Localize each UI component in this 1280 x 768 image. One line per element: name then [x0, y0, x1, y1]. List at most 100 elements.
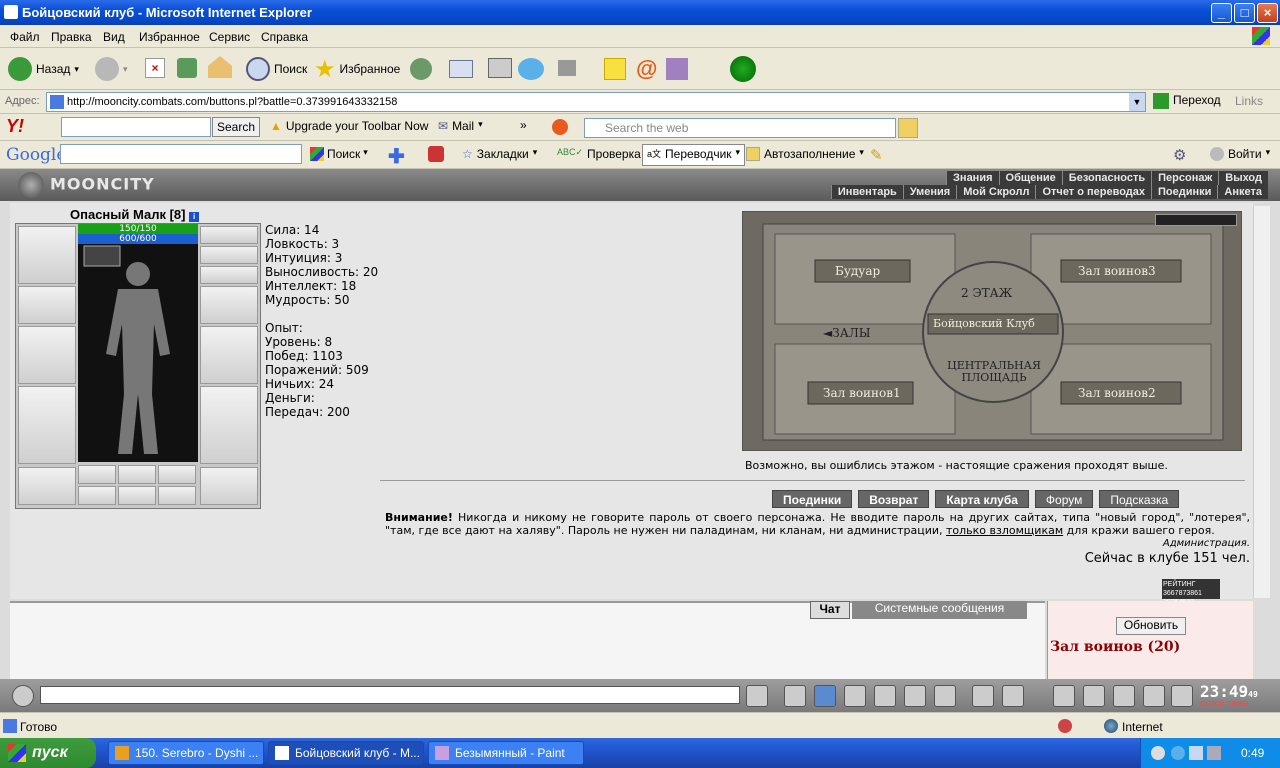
- home-icon[interactable]: [208, 56, 232, 78]
- belt-slot[interactable]: [18, 467, 76, 505]
- yahoo-search-button[interactable]: Search: [212, 117, 261, 137]
- map-club[interactable]: Бойцовский Клуб: [933, 317, 1035, 330]
- back-button[interactable]: Назад ▾: [8, 54, 79, 84]
- scroll-slot-5[interactable]: [118, 486, 156, 505]
- refresh-button[interactable]: Обновить: [1116, 617, 1186, 635]
- gear-mask-icon[interactable]: [1113, 685, 1135, 707]
- weapon-slot[interactable]: [18, 326, 76, 384]
- favorites-button[interactable]: ★ Избранное: [314, 54, 400, 84]
- window-titlebar[interactable]: Бойцовский клуб - Microsoft Internet Exp…: [0, 0, 1280, 25]
- system-messages-tab[interactable]: Системные сообщения: [852, 601, 1027, 619]
- messenger-icon[interactable]: [666, 58, 688, 80]
- wrench-icon[interactable]: ⚙: [1173, 146, 1186, 164]
- print-icon[interactable]: [488, 58, 512, 78]
- vertical-scrollbar[interactable]: [1253, 206, 1270, 598]
- map-central[interactable]: ЦЕНТРАЛЬНАЯ ПЛОЩАДЬ: [939, 360, 1049, 384]
- skype-icon[interactable]: [518, 58, 544, 80]
- menu-skills[interactable]: Умения: [902, 185, 956, 199]
- maximize-button[interactable]: □: [1234, 3, 1255, 23]
- person-icon[interactable]: [874, 685, 896, 707]
- google-logo[interactable]: Google: [6, 145, 66, 165]
- legs-slot[interactable]: [200, 386, 258, 464]
- task-ie[interactable]: Бойцовский клуб - M...: [268, 741, 424, 765]
- amulet-slot[interactable]: [200, 246, 258, 264]
- hackers-link[interactable]: только взломщикам: [946, 524, 1063, 537]
- web-search-go-icon[interactable]: [898, 118, 918, 138]
- forum-button[interactable]: Форум: [1034, 490, 1094, 508]
- chat-input[interactable]: [40, 686, 740, 704]
- menu-security[interactable]: Безопасность: [1061, 171, 1151, 185]
- scroll-slot-3[interactable]: [158, 465, 196, 484]
- task-paint[interactable]: Безымянный - Paint: [428, 741, 584, 765]
- menu-help[interactable]: Справка: [261, 30, 308, 44]
- fraction-icon[interactable]: [904, 685, 926, 707]
- web-search-input[interactable]: Search the web: [584, 118, 896, 138]
- helmet-icon[interactable]: [1002, 685, 1024, 707]
- room-name[interactable]: Зал воинов (20): [1050, 639, 1180, 655]
- tray-volume-icon[interactable]: [1189, 746, 1203, 760]
- refresh-icon[interactable]: [177, 58, 197, 78]
- emoticon-icon[interactable]: [972, 685, 994, 707]
- signin-button[interactable]: Войти ▾: [1210, 147, 1270, 161]
- menu-view[interactable]: Вид: [103, 30, 125, 44]
- note-icon[interactable]: [604, 58, 626, 80]
- map-hall2[interactable]: Зал воинов2: [1078, 386, 1156, 400]
- forward-button[interactable]: ▾: [95, 54, 128, 84]
- yahoo-mail-button[interactable]: ✉ Mail ▾: [438, 119, 483, 133]
- clover-icon[interactable]: [730, 56, 756, 82]
- menu-inventory[interactable]: Инвентарь: [830, 185, 903, 199]
- upgrade-toolbar-link[interactable]: ▲ Upgrade your Toolbar Now: [270, 119, 428, 133]
- character-name[interactable]: Опасный Малк [8] i: [70, 207, 200, 222]
- tray-clock[interactable]: 0:49: [1241, 746, 1264, 760]
- start-button[interactable]: пуск: [0, 738, 96, 768]
- menu-tools[interactable]: Сервис: [209, 30, 250, 44]
- shield-slot[interactable]: [200, 326, 258, 384]
- rating-counter[interactable]: РЕЙТИНГ 3667873861 20764582: [1162, 579, 1220, 606]
- menu-file[interactable]: Файл: [10, 30, 40, 44]
- blocked-icon[interactable]: [1058, 719, 1072, 733]
- stop-icon[interactable]: ×: [145, 58, 165, 78]
- club-map-button[interactable]: Карта клуба: [935, 490, 1029, 508]
- boots-slot[interactable]: [200, 467, 258, 505]
- tray-skype-icon[interactable]: [1171, 746, 1185, 760]
- info-icon[interactable]: i: [189, 212, 200, 222]
- menu-character[interactable]: Персонаж: [1151, 171, 1218, 185]
- gloves-slot[interactable]: [200, 286, 258, 324]
- chest-icon[interactable]: [1143, 685, 1165, 707]
- history-icon[interactable]: [410, 58, 432, 80]
- edit-icon[interactable]: [558, 60, 576, 76]
- spellcheck-button[interactable]: ABC✓ Проверка▾: [557, 147, 649, 161]
- go-button[interactable]: Переход: [1153, 93, 1221, 109]
- address-input[interactable]: http://mooncity.combats.com/buttons.pl?b…: [46, 92, 1146, 112]
- earrings-slot[interactable]: [200, 226, 258, 244]
- links-label[interactable]: Links: [1235, 94, 1263, 108]
- exit-door-icon[interactable]: [1171, 685, 1193, 707]
- more-chevron-icon[interactable]: »: [520, 118, 527, 132]
- tray-network-icon[interactable]: [1207, 746, 1221, 760]
- popup-blocker-icon[interactable]: [428, 146, 444, 162]
- rings-slot[interactable]: [200, 266, 258, 284]
- close-button[interactable]: ×: [1257, 3, 1278, 23]
- smiley-face-icon[interactable]: [12, 685, 34, 707]
- return-button[interactable]: Возврат: [858, 490, 930, 508]
- save-icon[interactable]: [844, 685, 866, 707]
- battles-button[interactable]: Поединки: [772, 490, 853, 508]
- highlighter-icon[interactable]: ✎: [870, 146, 883, 164]
- menu-edit[interactable]: Правка: [51, 30, 92, 44]
- map-halls[interactable]: ◄ЗАЛЫ: [823, 326, 871, 340]
- armor-slot[interactable]: [18, 386, 76, 464]
- helmet-slot[interactable]: [18, 226, 76, 284]
- at-icon[interactable]: @: [636, 56, 657, 82]
- bracers-slot[interactable]: [18, 286, 76, 324]
- potion-icon[interactable]: [1053, 685, 1075, 707]
- filter-icon[interactable]: [814, 685, 836, 707]
- address-dropdown[interactable]: ▼: [1129, 93, 1145, 111]
- menu-knowledge[interactable]: Знания: [946, 171, 998, 185]
- yahoo-logo[interactable]: Y!: [6, 116, 24, 137]
- google-search-button[interactable]: Поиск ▾: [310, 147, 368, 161]
- map-hall1[interactable]: Зал воинов1: [823, 386, 901, 400]
- autofill-button[interactable]: Автозаполнение ▾: [746, 147, 864, 161]
- menu-profile[interactable]: Анкета: [1217, 185, 1268, 199]
- menu-transfer-report[interactable]: Отчет о переводах: [1035, 185, 1151, 199]
- menu-favorites[interactable]: Избранное: [139, 30, 200, 44]
